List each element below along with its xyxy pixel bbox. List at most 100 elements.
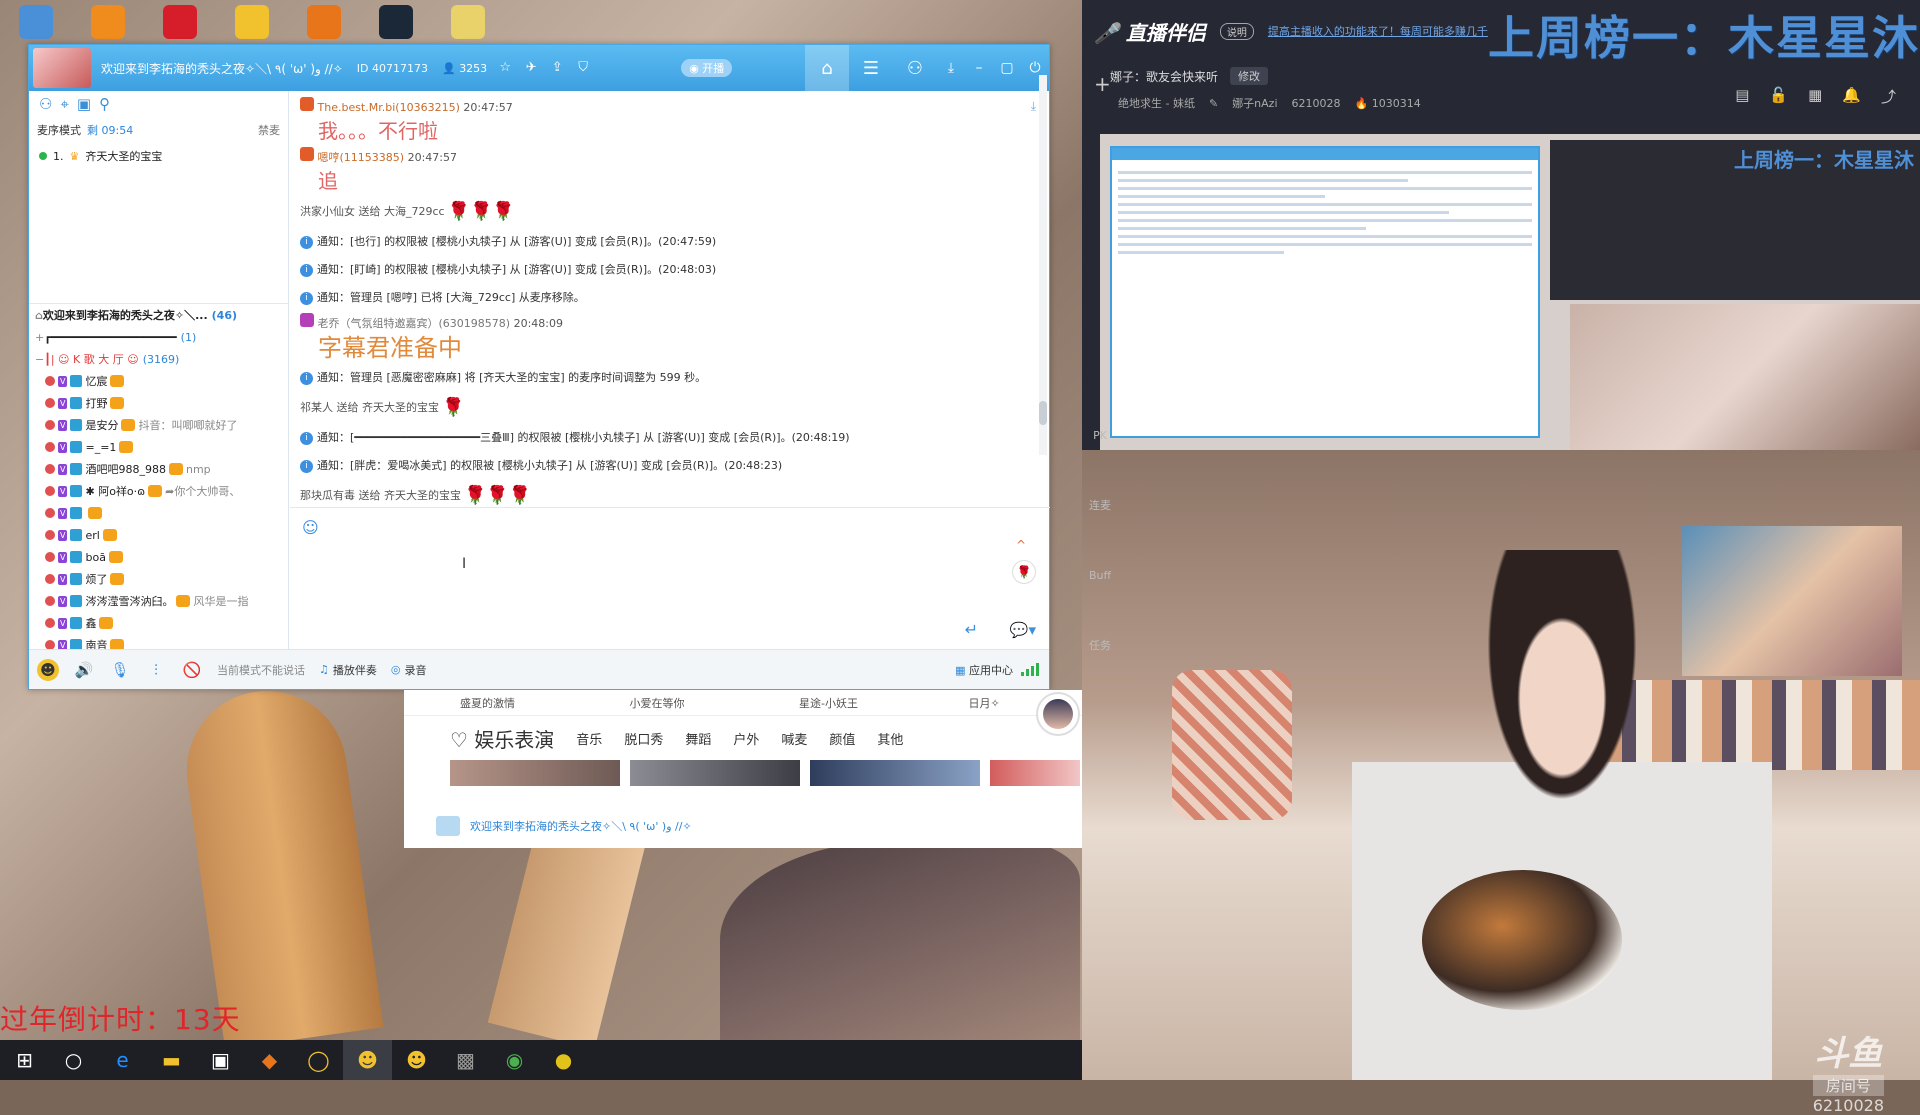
room-thumbnail[interactable] [990,760,1080,786]
speaker-icon[interactable]: 🔊 [73,659,95,681]
expand-icon[interactable]: + [35,331,44,344]
picture-icon[interactable]: ▣ [77,95,91,113]
stream-category[interactable]: 绝地求生 - 妹纸 [1118,95,1195,111]
user-list-item[interactable]: V 酒吧吧988_988 nmp [29,458,289,480]
explorer-icon[interactable]: ▬ [147,1040,196,1080]
room-thumbnail[interactable] [810,760,980,786]
app-orange-icon[interactable]: ◆ [245,1040,294,1080]
queue-item[interactable]: 1. ♛ 齐天大圣的宝宝 [29,143,288,169]
edge-icon[interactable]: e [98,1040,147,1080]
message-sender[interactable]: The.best.Mr.bi(10363215) [318,101,460,114]
user-list-item[interactable]: V鑫 [29,612,289,634]
user-list-item[interactable]: Vboā [29,546,289,568]
lock-icon[interactable]: 🔓 [1769,86,1788,107]
cortana-icon[interactable]: ○ [49,1040,98,1080]
message-sender[interactable]: 老乔（气氛组特邀嘉宾）(630198578) [318,317,511,330]
chevron-up-icon[interactable]: ^ [1016,538,1026,552]
folder-icon[interactable] [432,0,504,44]
pencil-icon[interactable]: ✎ [1209,97,1218,110]
computer-icon[interactable] [0,0,72,44]
location-icon[interactable]: ⌖ [60,95,68,113]
channel-item[interactable]: − ┃| ☺ K 歌 大 厅 ☺ (3169) [29,348,289,370]
room-tab[interactable]: 小爱在等你 [574,695,744,711]
category-item[interactable]: 户外 [733,729,759,748]
room-thumbnail[interactable] [450,760,620,786]
side-tool-连麦[interactable]: 连麦 [1082,470,1118,540]
side-tool-buff[interactable]: Buff [1082,540,1118,610]
category-item[interactable]: 喊麦 [781,729,807,748]
chat-window-titlebar[interactable]: 欢迎来到李拓海的秃头之夜✧＼\ ٩( 'ω' )و //✧ ID 4071717… [29,45,1049,91]
user-list-item[interactable]: V [29,502,289,524]
plane-icon[interactable]: ✈ [523,60,539,76]
list-icon[interactable]: ☰ [849,45,893,91]
side-tool-任务[interactable]: 任务 [1082,610,1118,680]
pinyin-icon[interactable]: ● [539,1040,588,1080]
send-icon[interactable]: ↵ [965,620,978,639]
minimize-icon[interactable]: – [965,45,993,91]
side-tool-pk[interactable]: PK [1082,400,1118,470]
user-icon[interactable]: ⚇ [39,95,52,113]
add-icon[interactable]: + [1094,72,1111,96]
user-list-item[interactable]: V 忆宸 [29,370,289,392]
play-accompany-button[interactable]: ♫ 播放伴奏 [319,662,377,678]
app-center-button[interactable]: ▦ 应用中心 [955,662,1013,678]
shield-icon[interactable]: ⛉ [575,60,591,76]
bell-icon[interactable]: 🔔 [1842,86,1861,107]
maximize-icon[interactable]: ▢ [993,45,1021,91]
user-list-item[interactable]: V 打野 [29,392,289,414]
companion-badge[interactable]: 说明 [1219,22,1254,40]
companion-notice-link[interactable]: 提高主播收入的功能来了！每周可能多赚几千 [1268,23,1488,39]
user-list-item[interactable]: V ✱ 阿ο祥ο·ɷ ➦你个大帅哥、 [29,480,289,502]
obs-icon[interactable]: ▩ [441,1040,490,1080]
user-list-item[interactable]: V =_=1 [29,436,289,458]
gift-flower-button[interactable]: 🌹 [1012,560,1036,584]
channel-item[interactable]: ⌂ 欢迎来到李拓海的秃头之夜✧＼... (46) [29,304,289,326]
message-sender[interactable]: 嗯哼(11153385) [318,151,405,164]
mic-icon[interactable]: 🎙 [109,659,131,681]
equalizer-icon[interactable]: ⫶ [145,659,167,681]
category-item[interactable]: 颜值 [829,729,855,748]
side-avatar-widget[interactable] [1036,692,1080,736]
scroll-bottom-icon[interactable]: ⤓ [1031,99,1036,114]
favorite-star-icon[interactable]: ☆ [497,60,513,76]
download-icon[interactable]: ⤓ [937,45,965,91]
chat-input-area[interactable]: ☺ I ^ 🌹 ↵ 💬▾ [290,507,1050,651]
category-item[interactable]: 音乐 [576,729,602,748]
chat-mode-icon[interactable]: 💬▾ [1010,621,1036,639]
emoji-icon[interactable]: ☺ [302,518,319,537]
chrome-icon[interactable]: ◉ [490,1040,539,1080]
live-toggle[interactable]: ◉ 开播 [681,59,733,77]
user-list-item[interactable]: V 涔涔滢雪涔汭臼。 风华是一指 [29,590,289,612]
user-list-item[interactable]: Verl [29,524,289,546]
home-channel-icon[interactable]: ⌂ [35,309,43,322]
collapse-icon[interactable]: − [35,353,44,366]
yy-icon[interactable] [216,0,288,44]
search-icon[interactable]: ⚲ [99,95,110,113]
category-item[interactable]: 其他 [877,729,903,748]
app-circle-icon[interactable]: ◯ [294,1040,343,1080]
gamepad-icon[interactable]: ⚇ [893,45,937,91]
category-item[interactable]: 舞蹈 [685,729,711,748]
room-thumbnail[interactable] [630,760,800,786]
netease-music-icon[interactable] [144,0,216,44]
room-tab[interactable]: 盛夏的激情 [404,695,574,711]
yy-icon[interactable]: ☻ [343,1040,392,1080]
tool-orange-icon[interactable] [288,0,360,44]
chat-icon[interactable]: ▤ [1735,86,1749,107]
my-avatar-icon[interactable]: ☻ [37,658,59,681]
record-button[interactable]: ◎ 录音 [391,662,427,678]
steam-icon[interactable] [360,0,432,44]
home-icon[interactable]: ⌂ [805,45,849,91]
start-icon[interactable]: ⊞ [0,1040,49,1080]
share-icon[interactable]: ⤴ [1881,86,1896,107]
edit-title-button[interactable]: 修改 [1230,67,1269,85]
ban-mic-button[interactable]: 禁麦 [258,122,280,138]
category-item[interactable]: 脱口秀 [624,729,663,748]
channel-item[interactable]: + ┏━━━━━━━━━━━━━━━━━━━ (1) [29,326,289,348]
share-icon[interactable]: ⇪ [549,60,565,76]
chat-scrollbar[interactable] [1039,75,1047,455]
user-list-item[interactable]: V 是安分 抖音：叫唧唧就好了 [29,414,289,436]
room-avatar[interactable] [33,48,91,88]
app-orange-icon[interactable] [72,0,144,44]
room-tab[interactable]: 星途-小妖王 [743,695,913,711]
